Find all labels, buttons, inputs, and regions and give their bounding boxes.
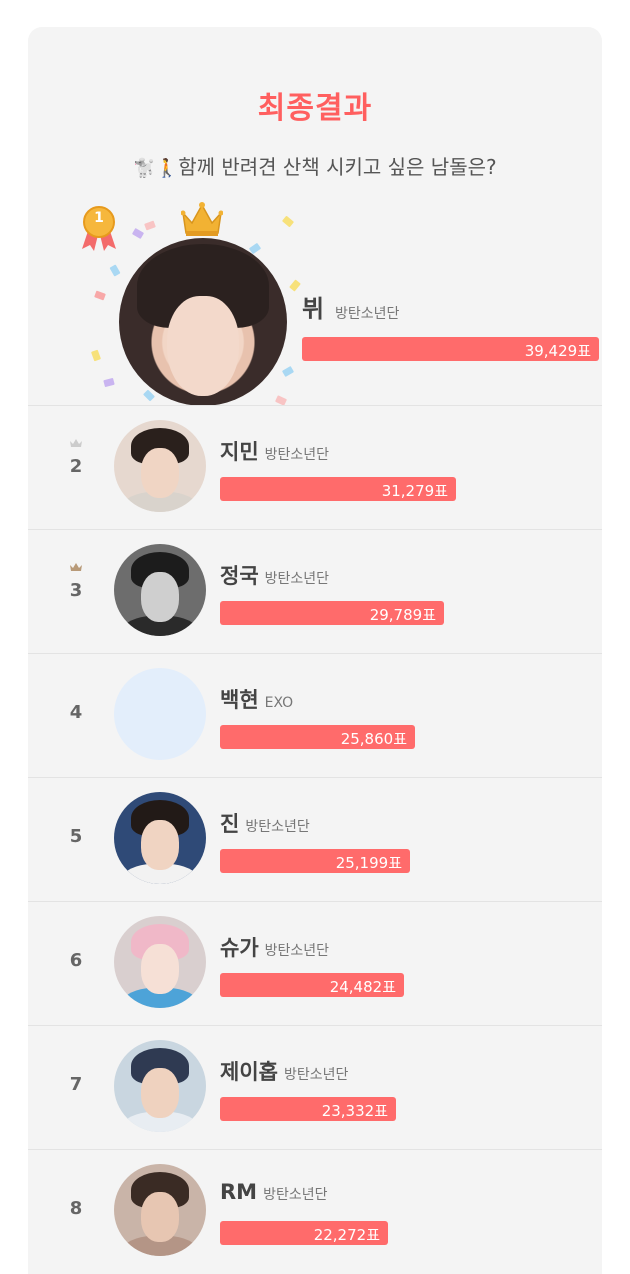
vote-count: 24,482표 <box>329 978 396 996</box>
ranking-row[interactable]: 6 슈가 방탄소년단 24,482표 <box>28 901 602 1026</box>
confetti-decoration <box>289 279 301 292</box>
small-crown-icon <box>70 563 82 571</box>
vote-count: 23,332표 <box>321 1102 388 1120</box>
confetti-decoration <box>91 349 101 362</box>
winner-name: 뷔 <box>302 295 325 323</box>
vote-count: 25,199표 <box>335 854 402 872</box>
member-name: 슈가 방탄소년단 <box>220 932 329 962</box>
member-name-text: 제이홉 <box>220 1060 278 1084</box>
avatar-face <box>167 296 239 396</box>
rank-number: 7 <box>69 1074 83 1095</box>
avatar-face <box>141 820 179 870</box>
member-avatar <box>114 792 206 884</box>
vote-count: 29,789표 <box>369 606 436 624</box>
member-name: 백현 EXO <box>220 684 293 714</box>
member-name: 지민 방탄소년단 <box>220 436 329 466</box>
winner-vote-count: 39,429표 <box>524 342 591 360</box>
vote-bar: 23,332표 <box>220 1097 396 1121</box>
confetti-decoration <box>281 365 295 378</box>
member-name: 정국 방탄소년단 <box>220 560 329 590</box>
avatar-face <box>141 572 179 622</box>
vote-bar: 31,279표 <box>220 477 456 501</box>
member-avatar <box>114 1164 206 1256</box>
ranking-row[interactable]: 2 지민 방탄소년단 31,279표 <box>28 405 602 530</box>
vote-bar: 24,482표 <box>220 973 404 997</box>
member-name: 진 방탄소년단 <box>220 808 310 838</box>
member-group: 방탄소년단 <box>264 571 330 587</box>
vote-bar: 25,199표 <box>220 849 410 873</box>
member-group: 방탄소년단 <box>263 1187 328 1203</box>
member-name: RM 방탄소년단 <box>220 1180 327 1204</box>
member-group: 방탄소년단 <box>283 1067 349 1083</box>
confetti-decoration <box>131 227 145 240</box>
winner-rank: 1 <box>94 210 104 226</box>
avatar-face <box>141 448 179 498</box>
member-name-text: 정국 <box>220 564 259 588</box>
member-avatar <box>114 916 206 1008</box>
confetti-decoration <box>281 215 295 228</box>
confetti-decoration <box>109 264 121 277</box>
winner-vote-bar: 39,429표 <box>302 337 599 361</box>
ranking-row[interactable]: 5 진 방탄소년단 25,199표 <box>28 777 602 902</box>
member-avatar <box>114 544 206 636</box>
rank-number: 4 <box>69 702 83 723</box>
member-name-text: 백현 <box>220 688 259 712</box>
rank-number: 5 <box>69 826 83 847</box>
member-name: 제이홉 방탄소년단 <box>220 1056 348 1086</box>
member-group: 방탄소년단 <box>245 819 310 835</box>
vote-count: 22,272표 <box>313 1226 380 1244</box>
small-crown-icon <box>70 439 82 447</box>
crown-icon <box>181 202 223 236</box>
member-name-text: 지민 <box>220 440 259 464</box>
vote-count: 31,279표 <box>381 482 448 500</box>
vote-bar: 29,789표 <box>220 601 444 625</box>
vote-bar: 22,272표 <box>220 1221 388 1245</box>
member-name-text: RM <box>220 1180 258 1204</box>
rank-number: 3 <box>69 580 83 601</box>
member-group: 방탄소년단 <box>264 447 330 463</box>
winner-group: 방탄소년단 <box>335 306 400 322</box>
avatar-face <box>141 1192 179 1242</box>
member-group: EXO <box>264 695 294 711</box>
member-name-text: 슈가 <box>220 936 259 960</box>
member-group: 방탄소년단 <box>264 943 330 959</box>
winner-avatar <box>119 238 287 406</box>
member-name-text: 진 <box>220 812 240 836</box>
confetti-decoration <box>103 377 115 388</box>
vote-count: 25,860표 <box>340 730 407 748</box>
rank-number: 6 <box>69 950 83 971</box>
vote-bar: 25,860표 <box>220 725 415 749</box>
member-avatar <box>114 420 206 512</box>
member-avatar <box>114 1040 206 1132</box>
rank-number: 8 <box>69 1198 83 1219</box>
ranking-row[interactable]: 3 정국 방탄소년단 29,789표 <box>28 529 602 654</box>
ranking-row[interactable]: 8 RM 방탄소년단 22,272표 <box>28 1149 602 1274</box>
avatar-face <box>141 944 179 994</box>
member-avatar <box>114 668 206 760</box>
confetti-decoration <box>94 290 106 301</box>
confetti-decoration <box>144 220 156 231</box>
rank-number: 2 <box>69 456 83 477</box>
avatar-face <box>141 1068 179 1118</box>
ranking-row[interactable]: 4 백현 EXO 25,860표 <box>28 653 602 778</box>
ranking-row[interactable]: 7 제이홉 방탄소년단 23,332표 <box>28 1025 602 1150</box>
winner-entry[interactable]: 1 뷔 방탄소년단 39,429표 <box>28 27 602 432</box>
confetti-decoration <box>142 389 156 402</box>
